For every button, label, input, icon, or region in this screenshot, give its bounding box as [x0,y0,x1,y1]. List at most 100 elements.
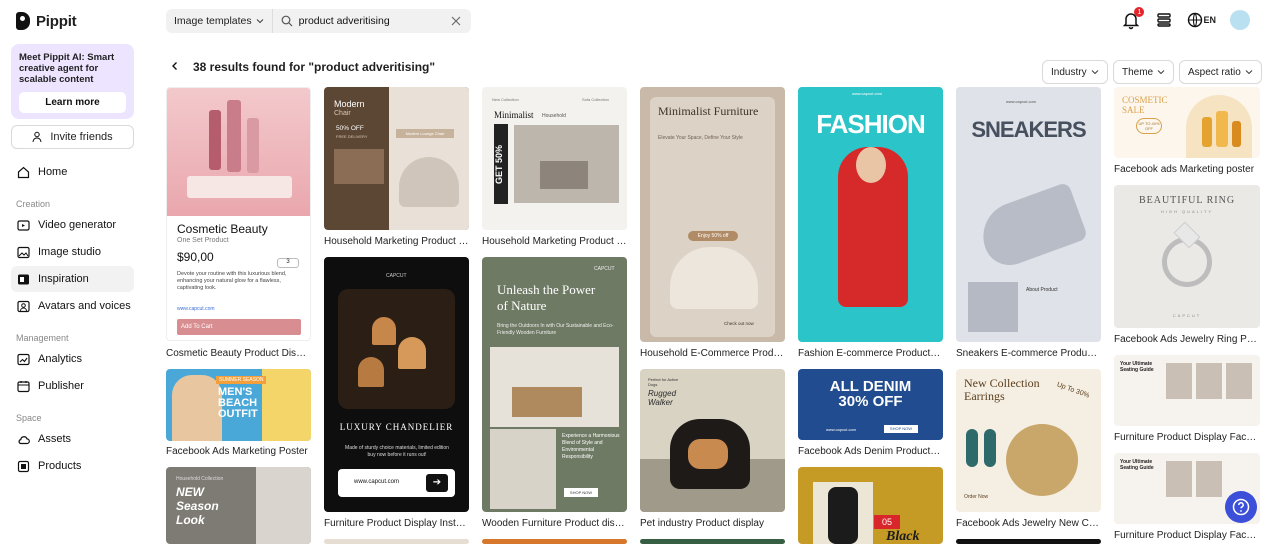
nav-home[interactable]: Home [11,159,134,185]
filter-aspect-ratio[interactable]: Aspect ratio [1179,60,1262,84]
template-card[interactable]: Cosmetic Beauty One Set Product $90,00 3… [166,87,311,362]
chevron-down-icon [1091,70,1098,75]
template-thumbnail[interactable] [324,539,469,544]
nav-assets[interactable]: Assets [11,426,134,452]
template-headline: MEN'S BEACH OUTFIT [218,386,258,420]
nav-avatars-voices-label: Avatars and voices [38,300,131,312]
template-thumbnail[interactable]: Minimalist Furniture Elevate Your Space,… [640,87,785,342]
template-card[interactable]: ALL DENIM 30% OFF www.capcut.com SHOP NO… [798,369,943,460]
results-title: 38 results found for "product adveritisi… [193,60,436,74]
search-input[interactable] [298,15,449,27]
section-management: Management [16,333,69,343]
language-label: EN [1203,15,1216,25]
template-thumbnail[interactable]: COSMETIC SALE UP TO 40% OFF [1114,87,1260,158]
template-body: Devote your routine with this luxurious … [177,271,287,291]
template-card[interactable]: COSMETIC SALE UP TO 40% OFF Facebook ads… [1114,87,1260,179]
template-card[interactable]: Household Collection NEW Season Look [166,467,311,544]
learn-more-button[interactable]: Learn more [19,92,126,113]
language-switch[interactable]: EN [1187,12,1216,28]
template-headline: Your Ultimate Seating Guide [1120,361,1154,373]
template-card[interactable]: Modern Chair 50% OFF FREE DELIVERY Moder… [324,87,469,250]
nav-image-studio[interactable]: Image studio [11,239,134,265]
template-card[interactable] [640,539,785,544]
template-card[interactable]: 05 Black [798,467,943,544]
template-headline: Rugged Walker [648,389,677,407]
template-cta: Add To Cart [177,319,301,335]
template-thumbnail[interactable]: Modern Chair 50% OFF FREE DELIVERY Moder… [324,87,469,230]
template-thumbnail[interactable]: Cosmetic Beauty One Set Product $90,00 3… [166,87,311,341]
template-caption: Fashion E-commerce Product Display [798,348,943,359]
nav-analytics[interactable]: Analytics [11,346,134,372]
nav-publisher[interactable]: Publisher [11,373,134,399]
template-caption: Facebook Ads Marketing Poster [166,446,308,457]
nav-inspiration[interactable]: Inspiration [11,266,134,292]
calendar-icon [17,380,30,392]
template-card[interactable] [482,539,627,544]
nav-avatars-voices[interactable]: Avatars and voices [11,293,134,319]
notifications-button[interactable]: 1 [1121,7,1145,30]
analytics-icon [17,353,30,365]
template-card[interactable]: Perfect for Active Dogs Rugged Walker Pe… [640,369,785,532]
app-logo[interactable]: Pippit [16,12,77,30]
template-thumbnail[interactable]: CAPCUT Unleash the Power of Nature Bring… [482,257,627,512]
template-card[interactable]: www.capcut.com SNEAKERS About Product Sn… [956,87,1101,363]
nav-image-studio-label: Image studio [38,246,101,258]
template-headline: Your Ultimate Seating Guide [1120,459,1154,471]
template-thumbnail[interactable]: Household Collection NEW Season Look [166,467,311,544]
template-brand: CAPCUT [386,273,407,279]
template-card[interactable] [956,539,1101,544]
stack-icon[interactable] [1155,11,1173,29]
template-thumbnail[interactable]: SUMMER SEASON MEN'S BEACH OUTFIT [166,369,311,441]
nav-inspiration-label: Inspiration [38,273,89,285]
template-type-dropdown[interactable]: Image templates [166,9,273,33]
template-thumbnail[interactable]: BEAUTIFUL RING HIGH QUALITY CAPCUT [1114,185,1260,328]
template-caption: Sneakers E-commerce Product Display [956,348,1101,359]
template-card[interactable]: Your Ultimate Seating Guide Furniture Pr… [1114,355,1260,445]
template-body: Bring the Outdoors In with Our Sustainab… [497,323,614,336]
promo-card: Meet Pippit AI: Smart creative agent for… [11,44,134,119]
template-thumbnail[interactable] [640,539,785,544]
template-thumbnail[interactable] [956,539,1101,544]
template-thumbnail[interactable]: ALL DENIM 30% OFF www.capcut.com SHOP NO… [798,369,943,440]
template-card[interactable]: BEAUTIFUL RING HIGH QUALITY CAPCUT Faceb… [1114,185,1260,348]
nav-products[interactable]: Products [11,453,134,479]
template-card[interactable]: Minimalist Furniture Elevate Your Space,… [640,87,785,363]
template-card[interactable]: SUMMER SEASON MEN'S BEACH OUTFIT Faceboo… [166,369,311,459]
template-thumbnail[interactable]: www.capcut.com SNEAKERS About Product [956,87,1101,342]
nav-video-generator[interactable]: Video generator [11,212,134,238]
template-card[interactable] [324,539,469,544]
user-avatar[interactable] [1230,10,1250,30]
chevron-down-icon [1157,70,1165,75]
filter-industry[interactable]: Industry [1042,60,1108,84]
template-card[interactable]: CAPCUT LUXURY CHANDELIER Made of sturdy … [324,257,469,533]
template-thumbnail[interactable]: CAPCUT LUXURY CHANDELIER Made of sturdy … [324,257,469,512]
user-plus-icon [32,131,42,143]
template-card[interactable]: www.capcut.com FASHION Fashion E-commerc… [798,87,943,363]
template-foot: Check out now [724,321,754,326]
template-thumbnail[interactable]: Your Ultimate Seating Guide [1114,355,1260,426]
template-url: www.capcut.com [826,427,857,432]
filter-theme-label: Theme [1122,66,1154,78]
template-card[interactable]: CAPCUT Unleash the Power of Nature Bring… [482,257,627,533]
template-thumbnail[interactable]: New Collection Sofa Collection Minimalis… [482,87,627,230]
template-thumbnail[interactable] [482,539,627,544]
template-sub: Household [542,113,566,119]
template-thumbnail[interactable]: New Collection Earrings Up To 30% Order … [956,369,1101,512]
template-thumbnail[interactable]: www.capcut.com FASHION [798,87,943,342]
globe-icon [1188,12,1203,28]
filter-theme[interactable]: Theme [1113,60,1175,84]
template-url: www.capcut.com [852,91,883,96]
template-card[interactable]: New Collection Sofa Collection Minimalis… [482,87,627,250]
chevron-down-icon [1245,70,1253,75]
template-thumbnail[interactable]: Perfect for Active Dogs Rugged Walker [640,369,785,512]
back-arrow-icon[interactable] [170,61,180,71]
clear-icon[interactable] [451,16,461,26]
template-brand: CAPCUT [594,266,615,272]
help-button[interactable] [1225,491,1257,523]
template-cta: SHOP NOW [564,488,598,497]
invite-friends-button[interactable]: Invite friends [11,125,134,149]
sidebar: Pippit Meet Pippit AI: Smart creative ag… [0,0,148,544]
template-card[interactable]: New Collection Earrings Up To 30% Order … [956,369,1101,532]
template-cta: SHOP NOW [884,425,918,433]
template-thumbnail[interactable]: 05 Black [798,467,943,544]
